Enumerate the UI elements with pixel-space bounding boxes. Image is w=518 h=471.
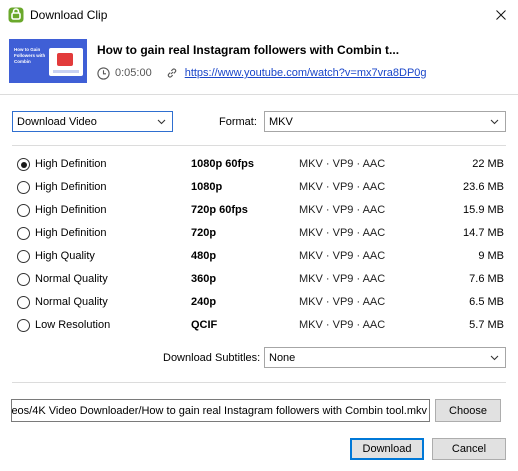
app-logo-icon: [8, 7, 24, 23]
resolution-label: 720p: [191, 227, 217, 239]
chevron-down-icon: [490, 119, 499, 125]
format-value: MKV: [269, 115, 293, 128]
codec-label: MKV · VP9 · AAC: [299, 296, 386, 308]
format-select[interactable]: MKV: [264, 111, 506, 132]
download-type-select[interactable]: Download Video: [12, 111, 173, 132]
quality-label: High Definition: [35, 181, 107, 193]
quality-option[interactable]: High Quality 480p MKV · VP9 · AAC 9 MB: [17, 247, 507, 267]
clock-icon: [97, 66, 110, 80]
resolution-label: 720p 60fps: [191, 204, 248, 216]
quality-label: Normal Quality: [35, 296, 108, 308]
save-path-field[interactable]: eos/4K Video Downloader/How to gain real…: [11, 399, 430, 422]
quality-option[interactable]: Normal Quality 360p MKV · VP9 · AAC 7.6 …: [17, 270, 507, 290]
divider: [12, 382, 506, 383]
chevron-down-icon: [490, 355, 499, 361]
divider: [12, 145, 506, 146]
size-label: 5.7 MB: [469, 319, 504, 331]
quality-label: High Definition: [35, 227, 107, 239]
quality-radio[interactable]: [17, 296, 30, 309]
download-button[interactable]: Download: [350, 438, 424, 460]
quality-radio[interactable]: [17, 158, 30, 171]
clip-meta: 0:05:00 https://www.youtube.com/watch?v=…: [97, 65, 427, 81]
quality-radio[interactable]: [17, 250, 30, 263]
resolution-label: 240p: [191, 296, 217, 308]
codec-label: MKV · VP9 · AAC: [299, 273, 386, 285]
codec-label: MKV · VP9 · AAC: [299, 227, 386, 239]
quality-label: High Definition: [35, 204, 107, 216]
quality-radio[interactable]: [17, 319, 30, 332]
resolution-label: 360p: [191, 273, 217, 285]
clip-url-link[interactable]: https://www.youtube.com/watch?v=mx7vra8D…: [185, 67, 427, 79]
size-label: 6.5 MB: [469, 296, 504, 308]
subtitles-select[interactable]: None: [264, 347, 506, 368]
quality-option[interactable]: Normal Quality 240p MKV · VP9 · AAC 6.5 …: [17, 293, 507, 313]
quality-option[interactable]: High Definition 720p MKV · VP9 · AAC 14.…: [17, 224, 507, 244]
quality-label: High Quality: [35, 250, 95, 262]
quality-radio[interactable]: [17, 273, 30, 286]
clip-title: How to gain real Instagram followers wit…: [97, 43, 400, 57]
resolution-label: 1080p: [191, 181, 223, 193]
thumbnail-play-badge: [57, 53, 73, 66]
quality-option[interactable]: Low Resolution QCIF MKV · VP9 · AAC 5.7 …: [17, 316, 507, 336]
size-label: 23.6 MB: [463, 181, 504, 193]
close-button[interactable]: [484, 0, 518, 30]
resolution-label: 480p: [191, 250, 217, 262]
link-icon: [167, 68, 176, 78]
quality-radio[interactable]: [17, 204, 30, 217]
size-label: 22 MB: [472, 158, 504, 170]
quality-option[interactable]: High Definition 720p 60fps MKV · VP9 · A…: [17, 201, 507, 221]
download-type-value: Download Video: [17, 115, 97, 128]
divider: [0, 94, 518, 95]
codec-label: MKV · VP9 · AAC: [299, 158, 386, 170]
close-icon: [496, 10, 506, 20]
quality-option[interactable]: High Definition 1080p 60fps MKV · VP9 · …: [17, 155, 507, 175]
size-label: 7.6 MB: [469, 273, 504, 285]
thumbnail-caption: How to Gain Followers with Combin: [14, 47, 46, 64]
codec-label: MKV · VP9 · AAC: [299, 181, 386, 193]
quality-radio[interactable]: [17, 181, 30, 194]
cancel-button[interactable]: Cancel: [432, 438, 506, 460]
quality-label: High Definition: [35, 158, 107, 170]
video-thumbnail: How to Gain Followers with Combin: [9, 39, 87, 83]
quality-label: Normal Quality: [35, 273, 108, 285]
size-label: 14.7 MB: [463, 227, 504, 239]
codec-label: MKV · VP9 · AAC: [299, 319, 386, 331]
resolution-label: 1080p 60fps: [191, 158, 254, 170]
codec-label: MKV · VP9 · AAC: [299, 250, 386, 262]
clip-duration: 0:05:00: [115, 67, 152, 79]
size-label: 15.9 MB: [463, 204, 504, 216]
title-bar: Download Clip: [0, 0, 518, 30]
size-label: 9 MB: [478, 250, 504, 262]
subtitles-label: Download Subtitles:: [163, 352, 261, 364]
codec-label: MKV · VP9 · AAC: [299, 204, 386, 216]
thumbnail-bar: [53, 70, 79, 73]
chevron-down-icon: [157, 119, 166, 125]
resolution-label: QCIF: [191, 319, 218, 331]
quality-option[interactable]: High Definition 1080p MKV · VP9 · AAC 23…: [17, 178, 507, 198]
quality-radio[interactable]: [17, 227, 30, 240]
save-path-value: eos/4K Video Downloader/How to gain real…: [11, 404, 427, 417]
choose-button[interactable]: Choose: [435, 399, 501, 422]
quality-label: Low Resolution: [35, 319, 111, 331]
subtitles-value: None: [269, 351, 296, 364]
format-label: Format:: [219, 116, 257, 128]
window-title: Download Clip: [30, 8, 108, 22]
